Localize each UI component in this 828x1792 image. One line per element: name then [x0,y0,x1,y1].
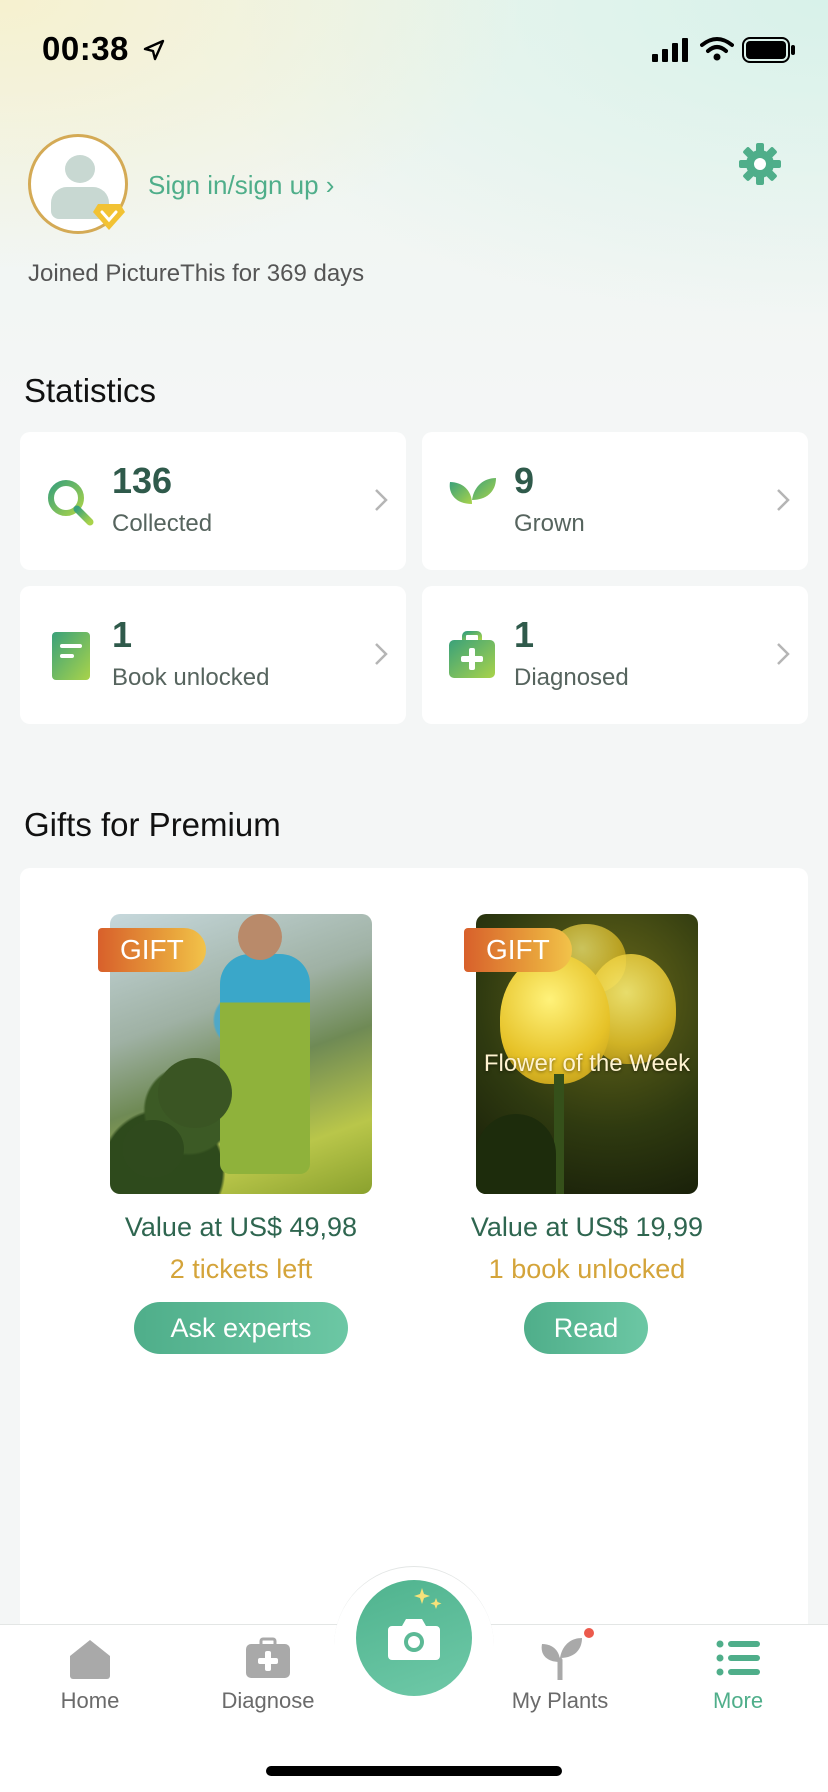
stat-label: Collected [112,510,213,537]
flower-of-the-week-caption: Flower of the Week [483,1050,691,1077]
location-arrow-icon [143,39,165,61]
tab-label: My Plants [511,1688,609,1713]
stat-label: Book unlocked [112,664,270,691]
stat-label: Diagnosed [514,664,629,691]
stat-value: 136 [112,460,173,501]
gifts-title: Gifts for Premium [24,806,281,843]
joined-days-text: Joined PictureThis for 369 days [28,260,365,287]
gift-remaining: 1 book unlocked [488,1254,686,1284]
stat-label: Grown [514,510,585,537]
status-bar: 00:38 [0,0,828,100]
stat-card-diagnosed[interactable]: 1 Diagnosed [422,586,808,724]
chevron-right-icon [777,489,790,511]
stat-value: 1 [112,614,133,655]
wifi-icon [700,37,734,61]
ask-experts-button[interactable]: Ask experts [134,1302,348,1354]
statistics-title: Statistics [24,372,157,409]
chevron-right-icon [375,489,388,511]
chevron-right-icon [777,643,790,665]
tab-label: More [712,1688,764,1713]
tulip-leaf [476,1114,556,1194]
notification-dot [584,1628,594,1638]
topiary-bush [122,1120,184,1178]
menu-icon [716,1640,760,1676]
home-icon [70,1640,110,1679]
avatar-head-shape [65,155,95,183]
gardener-figure [220,954,310,1174]
stat-value: 9 [514,460,535,501]
stat-card-collected[interactable]: 136 Collected [20,432,406,570]
tab-more[interactable]: More [668,1636,808,1746]
topiary-bush [158,1058,232,1128]
read-button[interactable]: Read [524,1302,648,1354]
tab-my-plants[interactable]: My Plants [490,1636,630,1746]
plant-icon [541,1638,582,1680]
gift-tag: GIFT [464,928,572,972]
tab-home[interactable]: Home [20,1636,160,1746]
camera-icon [388,1619,440,1660]
gardener-head [238,914,282,960]
status-time: 00:38 [42,30,129,67]
cellular-signal-icon [652,38,688,62]
tab-label: Diagnose [221,1688,315,1713]
book-icon [52,632,90,680]
stat-card-books[interactable]: 1 Book unlocked [20,586,406,724]
stat-value: 1 [514,614,535,655]
sign-in-link[interactable]: Sign in/sign up › [148,170,334,201]
sprout-icon [449,478,496,528]
chevron-right-icon [375,643,388,665]
battery-icon [742,37,795,63]
medkit-icon [449,631,495,678]
tab-diagnose[interactable]: Diagnose [198,1636,338,1746]
gift-value: Value at US$ 49,98 [124,1212,358,1242]
tab-label: Home [60,1688,120,1713]
premium-diamond-icon [93,204,125,230]
diagnose-icon [246,1637,290,1678]
gift-value: Value at US$ 19,99 [470,1212,704,1242]
stat-card-grown[interactable]: 9 Grown [422,432,808,570]
home-indicator[interactable] [266,1766,562,1776]
gear-icon[interactable] [738,142,782,186]
gift-remaining: 2 tickets left [169,1254,313,1284]
gift-tag: GIFT [98,928,206,972]
sparkle-icon [414,1588,442,1609]
search-icon [48,480,94,526]
